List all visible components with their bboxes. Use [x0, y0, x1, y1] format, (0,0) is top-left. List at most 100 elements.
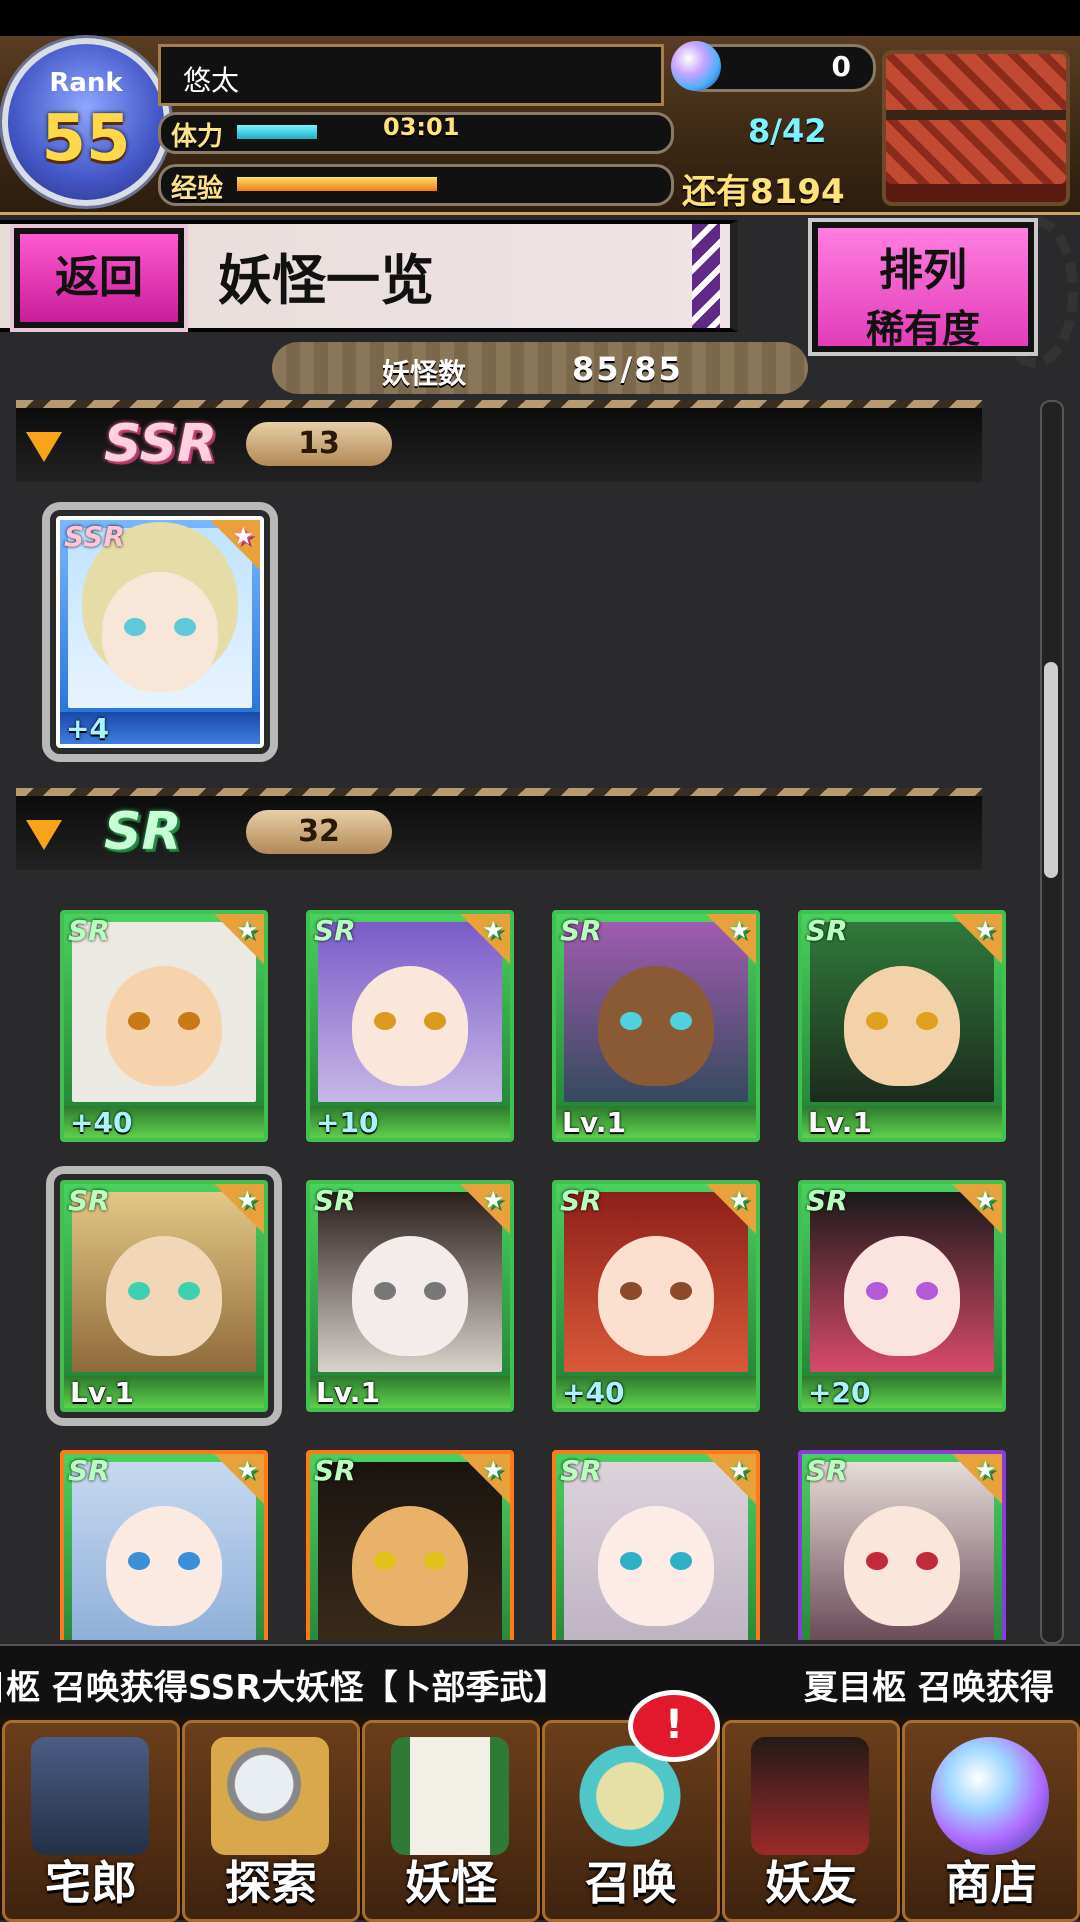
yokai-card[interactable]: ★ SR +40: [60, 910, 268, 1142]
level-bar: Lv.1: [64, 1376, 264, 1409]
rarity-badge: SR: [560, 1454, 602, 1487]
exp-label: 经验: [171, 174, 224, 204]
gem-value: 0: [831, 50, 851, 83]
scrollbar-thumb[interactable]: [1044, 662, 1058, 878]
scroll-icon: [391, 1737, 509, 1855]
collapse-triangle-icon: [26, 820, 62, 850]
nav-explore[interactable]: 探索: [182, 1720, 360, 1922]
player-name-box: 悠太: [158, 44, 664, 106]
star-icon: ★: [974, 1186, 996, 1214]
yokai-list[interactable]: SSR 13 ★ SSR +4 SR 32 ★ SR +40 ★ SR +10 …: [0, 400, 1080, 1640]
collapse-triangle-icon: [26, 432, 62, 462]
rarity-badge: SR: [806, 1454, 848, 1487]
yokai-card[interactable]: ★ SR: [60, 1450, 268, 1640]
player-name: 悠太: [183, 64, 240, 97]
star-icon: ★: [482, 1186, 504, 1214]
stamina-bar: 体力 03:01: [158, 112, 674, 154]
level-text: Lv.1: [70, 1376, 134, 1409]
sort-label: 排列: [879, 245, 967, 296]
rarity-badge: SR: [68, 914, 110, 947]
stamina-fill: [237, 125, 317, 139]
notification-badge: !: [628, 1690, 720, 1762]
star-icon: ★: [974, 916, 996, 944]
nav-shop[interactable]: 商店: [902, 1720, 1080, 1922]
yokai-card[interactable]: ★ SR Lv.1: [46, 1166, 282, 1426]
stamina-label: 体力: [171, 122, 224, 152]
section-header-ssr[interactable]: SSR 13: [16, 400, 982, 482]
back-button[interactable]: 返回: [10, 224, 188, 332]
yokai-card[interactable]: ★ SR Lv.1: [552, 910, 760, 1142]
level-text: +10: [316, 1106, 379, 1139]
star-icon: ★: [482, 916, 504, 944]
level-bar: Lv.1: [556, 1106, 756, 1139]
nav-home[interactable]: 宅郎: [2, 1720, 180, 1922]
yokai-count-value: 85/85: [572, 350, 683, 388]
crystal-ball-icon: [931, 1737, 1049, 1855]
star-icon: ★: [236, 1456, 258, 1484]
yokai-count-pill: 妖怪数 85/85: [272, 342, 808, 394]
bottom-nav: 宅郎 探索 妖怪 召唤 妖友 商店: [0, 1716, 1080, 1922]
yokai-count-label: 妖怪数: [382, 357, 467, 390]
exp-remaining: 还有8194: [682, 172, 845, 212]
exp-fill: [237, 177, 437, 191]
treasure-chest-icon[interactable]: [882, 50, 1070, 206]
nav-label: 召唤: [585, 1856, 677, 1910]
page-title: 妖怪一览: [218, 249, 434, 312]
nav-label: 宅郎: [45, 1856, 137, 1910]
status-bar: [0, 0, 1080, 36]
level-bar: +40: [64, 1106, 264, 1139]
sort-mode-label: 稀有度: [865, 307, 980, 351]
nav-label: 妖友: [765, 1856, 857, 1910]
ticker-text: 夏目柩 召唤获得: [804, 1668, 1054, 1708]
rarity-badge: SR: [314, 1454, 356, 1487]
nav-label: 探索: [225, 1856, 317, 1910]
section-header-sr[interactable]: SR 32: [16, 788, 982, 870]
rarity-badge: SR: [68, 1454, 110, 1487]
section-rarity: SR: [104, 802, 182, 862]
yokai-card[interactable]: ★ SR: [798, 1450, 1006, 1640]
level-text: +20: [808, 1376, 871, 1409]
level-bar: +10: [310, 1106, 510, 1139]
rank-emblem[interactable]: Rank 55: [2, 38, 170, 206]
stamina-timer: 03:01: [383, 113, 460, 141]
level-text: +4: [66, 712, 109, 745]
level-bar: +40: [556, 1376, 756, 1409]
yokai-card[interactable]: ★ SR: [306, 1450, 514, 1640]
level-text: +40: [562, 1376, 625, 1409]
nav-yokai[interactable]: 妖怪: [362, 1720, 540, 1922]
nav-label: 妖怪: [405, 1856, 497, 1910]
stamina-capacity: 8/42: [748, 112, 827, 150]
star-icon: ★: [974, 1456, 996, 1484]
yokai-card[interactable]: ★ SR +20: [798, 1180, 1006, 1412]
sort-button[interactable]: 排列 稀有度: [808, 218, 1038, 356]
yokai-card[interactable]: ★ SR Lv.1: [798, 910, 1006, 1142]
level-bar: +4: [60, 712, 260, 745]
rarity-badge: SR: [68, 1184, 110, 1217]
friend-icon: [751, 1737, 869, 1855]
yokai-card[interactable]: ★ SR Lv.1: [306, 1180, 514, 1412]
yokai-card[interactable]: ★ SR +10: [306, 910, 514, 1142]
rarity-badge: SR: [560, 914, 602, 947]
star-icon: ★: [728, 916, 750, 944]
scrollbar-track[interactable]: [1040, 400, 1064, 1644]
star-icon: ★: [482, 1456, 504, 1484]
portrait-face: [102, 572, 218, 692]
yokai-card[interactable]: ★ SSR +4: [42, 502, 278, 762]
level-text: Lv.1: [808, 1106, 872, 1139]
nav-label: 商店: [945, 1856, 1037, 1910]
gem-counter[interactable]: 0: [671, 41, 876, 92]
yokai-card[interactable]: ★ SR: [552, 1450, 760, 1640]
yokai-card[interactable]: ★ SR +40: [552, 1180, 760, 1412]
magnifier-map-icon: [211, 1737, 329, 1855]
star-icon: ★: [232, 522, 254, 550]
star-icon: ★: [728, 1456, 750, 1484]
section-count: 13: [246, 422, 392, 466]
star-icon: ★: [236, 1186, 258, 1214]
rank-label: Rank: [49, 68, 123, 98]
star-icon: ★: [728, 1186, 750, 1214]
star-icon: ★: [236, 916, 258, 944]
player-header: Rank 55 悠太 体力 03:01 经验 0 8/42 还有8194: [0, 36, 1080, 215]
nav-friends[interactable]: 妖友: [722, 1720, 900, 1922]
announcement-ticker: 目柩 召唤获得SSR大妖怪【卜部季武】 夏目柩 召唤获得: [0, 1644, 1080, 1720]
level-text: Lv.1: [316, 1376, 380, 1409]
